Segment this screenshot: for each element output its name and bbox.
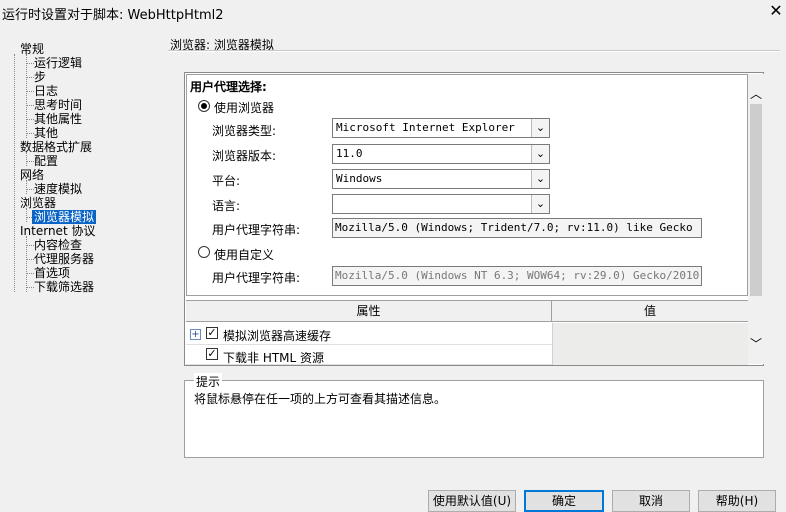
use-custom-label: 使用自定义 (214, 248, 275, 262)
tree-item-data-format-ext[interactable]: 数据格式扩展 (20, 140, 92, 154)
browser-type-select[interactable]: Microsoft Internet Explorer ⌄ (332, 118, 550, 138)
browser-type-value: Microsoft Internet Explorer (336, 121, 515, 134)
custom-ua-string-field[interactable]: Mozilla/5.0 (Windows NT 6.3; WOW64; rv:2… (332, 266, 702, 286)
ok-button[interactable]: 确定 (524, 490, 604, 512)
tree-item-browser[interactable]: 浏览器 (20, 196, 56, 210)
use-browser-radio[interactable] (198, 100, 210, 112)
property-row[interactable]: + ✓ 模拟浏览器高速缓存 (186, 323, 748, 345)
tree-item-download-filter[interactable]: 下载筛选器 (34, 280, 94, 294)
cache-checkbox[interactable]: ✓ (206, 327, 218, 339)
column-value[interactable]: 值 (552, 301, 748, 321)
help-button[interactable]: 帮助(H) (698, 490, 776, 512)
user-agent-heading: 用户代理选择: (190, 80, 267, 94)
chevron-down-icon[interactable]: ⌄ (531, 119, 549, 137)
ua-string-value: Mozilla/5.0 (Windows; Trident/7.0; rv:11… (335, 221, 693, 234)
hint-title: 提示 (194, 373, 223, 390)
browser-version-select[interactable]: 11.0 ⌄ (332, 144, 550, 164)
chevron-up-icon[interactable]: ︿ (748, 84, 764, 104)
property-value-cell[interactable] (552, 345, 748, 365)
scrollbar-thumb[interactable] (750, 104, 762, 296)
browser-version-label: 浏览器版本: (212, 149, 277, 163)
platform-label: 平台: (212, 174, 241, 188)
tree-item-proxy[interactable]: 代理服务器 (34, 252, 94, 266)
window-title: 运行时设置对于脚本: WebHttpHtml2 (2, 8, 224, 23)
custom-ua-string-label: 用户代理字符串: (212, 271, 301, 285)
language-label: 语言: (212, 199, 241, 213)
use-custom-radio[interactable] (198, 246, 210, 258)
use-defaults-button[interactable]: 使用默认值(U) (428, 490, 516, 512)
cache-label: 模拟浏览器高速缓存 (223, 329, 332, 343)
tree-item-misc-properties[interactable]: 其他属性 (34, 112, 82, 126)
browser-type-label: 浏览器类型: (212, 124, 277, 138)
ua-string-field[interactable]: Mozilla/5.0 (Windows; Trident/7.0; rv:11… (332, 218, 702, 238)
tree-item-speed-sim[interactable]: 速度模拟 (34, 182, 82, 196)
tree-item-network[interactable]: 网络 (20, 168, 44, 182)
cancel-button[interactable]: 取消 (612, 490, 690, 512)
ua-string-label: 用户代理字符串: (212, 223, 301, 237)
property-value-cell[interactable] (552, 323, 748, 345)
tree-item-preferences[interactable]: 首选项 (34, 266, 70, 280)
tree-item-run-logic[interactable]: 运行逻辑 (34, 56, 82, 70)
settings-tree: 常规 运行逻辑 步 日志 思考时间 其他属性 其他 数据格式扩展 配置 网络 速… (6, 42, 166, 482)
non-html-checkbox[interactable]: ✓ (206, 348, 218, 360)
tree-item-general[interactable]: 常规 (20, 42, 44, 56)
chevron-down-icon[interactable]: ⌄ (531, 145, 549, 163)
platform-value: Windows (336, 172, 383, 185)
tree-item-step[interactable]: 步 (34, 70, 46, 84)
browser-version-value: 11.0 (336, 147, 363, 160)
tree-item-content-check[interactable]: 内容检查 (34, 238, 82, 252)
close-icon[interactable]: ✕ (766, 0, 786, 22)
tree-item-log[interactable]: 日志 (34, 84, 58, 98)
tree-item-config[interactable]: 配置 (34, 154, 58, 168)
non-html-label: 下载非 HTML 资源 (223, 351, 325, 365)
property-row[interactable]: ✓ 下载非 HTML 资源 (186, 345, 748, 365)
tree-item-internet-protocol[interactable]: Internet 协议 (20, 224, 95, 238)
chevron-down-icon[interactable]: ⌄ (531, 170, 549, 188)
tree-item-browser-emulation[interactable]: 浏览器模拟 (32, 210, 97, 224)
chevron-down-icon[interactable]: ﹀ (748, 334, 764, 354)
use-browser-label: 使用浏览器 (214, 101, 275, 115)
custom-ua-string-value: Mozilla/5.0 (Windows NT 6.3; WOW64; rv:2… (335, 269, 700, 282)
expand-plus-icon[interactable]: + (190, 329, 201, 340)
platform-select[interactable]: Windows ⌄ (332, 169, 550, 189)
hint-text: 将鼠标悬停在任一项的上方可查看其描述信息。 (194, 392, 447, 406)
tree-item-misc[interactable]: 其他 (34, 126, 58, 140)
tree-item-think-time[interactable]: 思考时间 (34, 98, 82, 112)
column-property[interactable]: 属性 (186, 301, 552, 321)
property-grid-header: 属性 值 (186, 300, 748, 322)
section-divider (168, 50, 780, 52)
chevron-down-icon[interactable]: ⌄ (531, 195, 549, 213)
language-select[interactable]: ⌄ (332, 194, 550, 214)
